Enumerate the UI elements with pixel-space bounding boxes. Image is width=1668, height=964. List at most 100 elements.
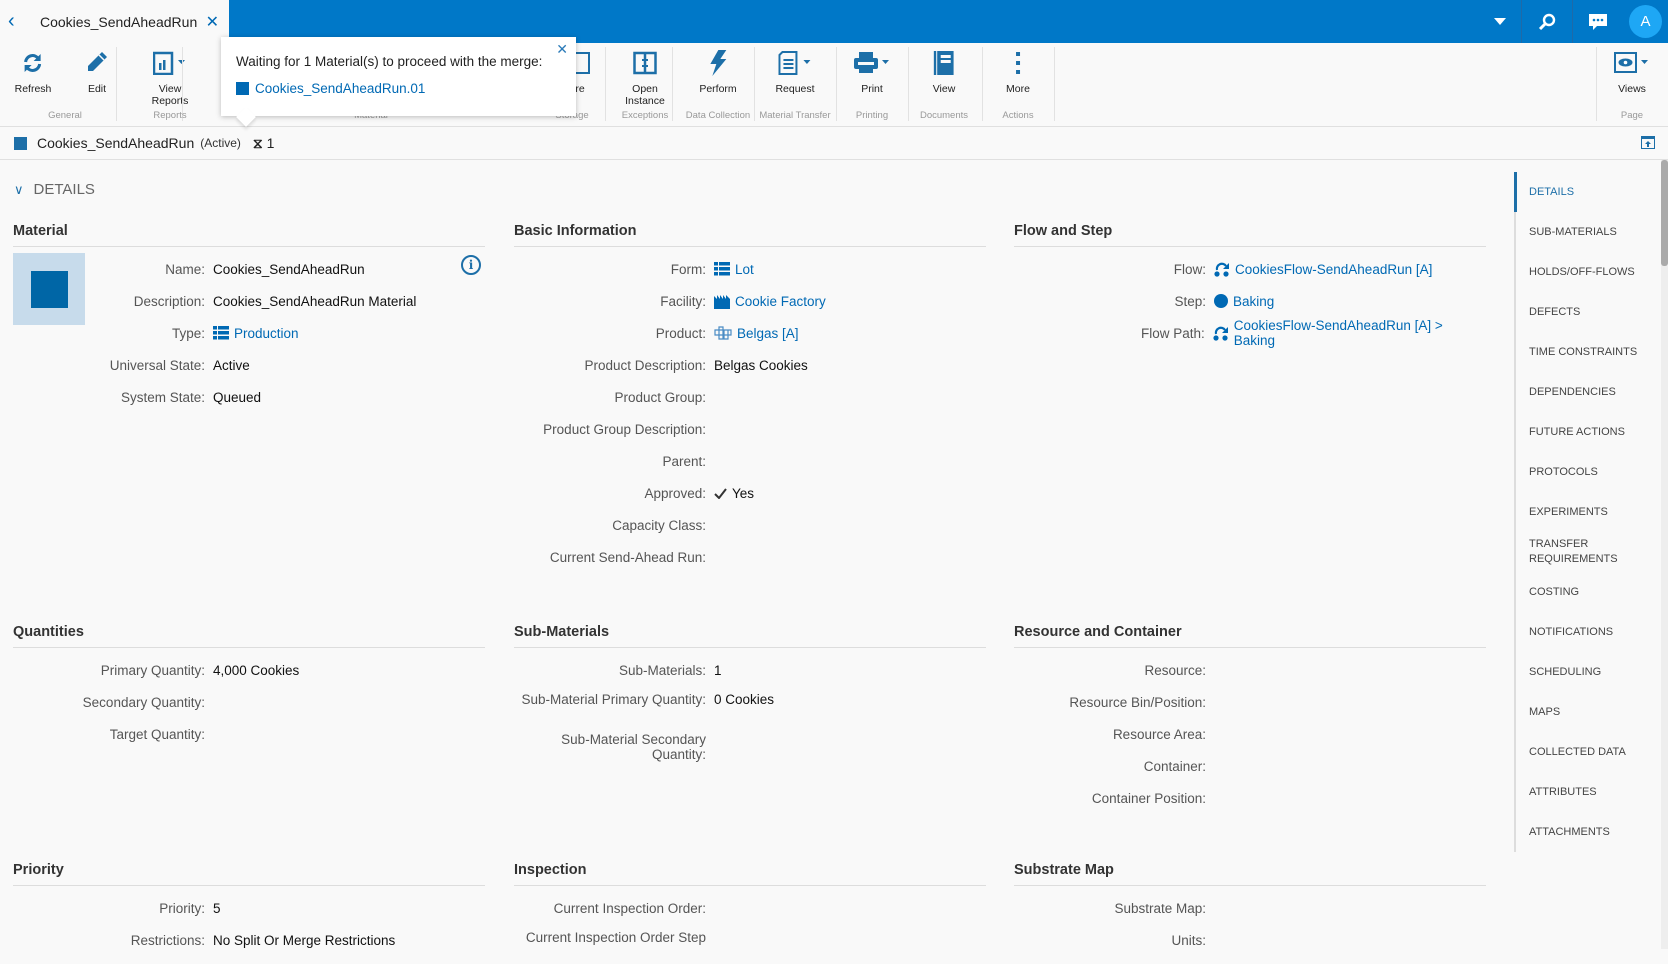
scrollbar-thumb[interactable] bbox=[1661, 160, 1668, 266]
open-instance-label: Open Instance bbox=[625, 83, 665, 107]
field-label: Current Inspection Order Step bbox=[525, 930, 706, 945]
section-title: Resource and Container bbox=[1014, 624, 1486, 648]
field-value-link[interactable]: Belgas [A] bbox=[714, 326, 799, 341]
more-button[interactable]: More bbox=[1006, 49, 1030, 95]
field-value-text: CookiesFlow-SendAheadRun [A] bbox=[1235, 261, 1433, 277]
nav-item-protocols[interactable]: PROTOCOLS bbox=[1516, 452, 1654, 492]
group-label: Documents bbox=[919, 110, 969, 121]
details-toggle[interactable]: ∨ DETAILS bbox=[14, 181, 95, 198]
chat-icon[interactable] bbox=[1573, 0, 1623, 43]
nav-item-attributes[interactable]: ATTRIBUTES bbox=[1516, 772, 1654, 812]
print-button[interactable]: Print bbox=[854, 49, 890, 95]
nav-item-scheduling[interactable]: SCHEDULING bbox=[1516, 652, 1654, 692]
field-value-link[interactable]: Cookie Factory bbox=[714, 293, 826, 309]
waiting-count[interactable]: ⧖ 1 bbox=[253, 135, 275, 152]
field-label: Units: bbox=[1171, 932, 1206, 948]
field-value: 0 Cookies bbox=[714, 692, 774, 707]
field-label: Flow: bbox=[1173, 261, 1206, 277]
field-value-text: 5 bbox=[213, 900, 221, 916]
nav-item-time-constraints[interactable]: TIME CONSTRAINTS bbox=[1516, 332, 1654, 372]
section-title: Priority bbox=[13, 862, 485, 886]
nav-item-dependencies[interactable]: DEPENDENCIES bbox=[1516, 372, 1654, 412]
field-value: 1 bbox=[714, 663, 722, 678]
field-value-text: Cookie Factory bbox=[735, 293, 826, 309]
nav-item-details[interactable]: DETAILS bbox=[1514, 172, 1654, 212]
info-icon[interactable]: i bbox=[461, 255, 481, 275]
lightning-icon bbox=[699, 49, 736, 77]
section-resource-and-container: Resource and Container Resource: Resource… bbox=[1014, 624, 1486, 814]
field-label: Product Group Description: bbox=[543, 421, 706, 437]
nav-item-costing[interactable]: COSTING bbox=[1516, 572, 1654, 612]
document-tab[interactable]: ‹ Cookies_SendAheadRun ✕ bbox=[0, 0, 229, 43]
view-button[interactable]: View bbox=[933, 49, 956, 95]
field-label: Resource: bbox=[1144, 662, 1206, 678]
refresh-button[interactable]: Refresh bbox=[15, 49, 51, 95]
group-label: General bbox=[48, 110, 82, 121]
section-title: Sub-Materials bbox=[514, 624, 986, 648]
field-row: Resource: bbox=[1014, 654, 1486, 686]
dropdown-caret-icon[interactable] bbox=[1480, 0, 1520, 43]
nav-item-collected-data[interactable]: COLLECTED DATA bbox=[1516, 732, 1654, 772]
book-icon bbox=[933, 49, 956, 77]
field-value-text: 0 Cookies bbox=[714, 692, 775, 707]
field-label: Resource Bin/Position: bbox=[1069, 694, 1206, 710]
field-value: Queued bbox=[213, 390, 261, 405]
field-label: Container Position: bbox=[1091, 790, 1206, 806]
nav-item-future-actions[interactable]: FUTURE ACTIONS bbox=[1516, 412, 1654, 452]
view-reports-button[interactable]: View Reports bbox=[145, 49, 195, 107]
field-label: Parent: bbox=[662, 453, 706, 469]
field-row: Resource Bin/Position: bbox=[1014, 686, 1486, 718]
flow-icon bbox=[1213, 326, 1229, 341]
checkmark-icon bbox=[714, 487, 727, 499]
field-value-link[interactable]: Baking bbox=[1214, 294, 1274, 309]
nav-item-sub-materials[interactable]: SUB-MATERIALS bbox=[1516, 212, 1654, 252]
field-row: Container: bbox=[1014, 750, 1486, 782]
field-row: Current Inspection Order Step bbox=[514, 924, 986, 964]
section-title: Quantities bbox=[13, 624, 485, 648]
field-label: Current Send-Ahead Run: bbox=[549, 549, 706, 565]
field-label: Substrate Map: bbox=[1114, 900, 1206, 916]
field-row: Secondary Quantity: bbox=[13, 686, 485, 718]
field-label: Facility: bbox=[660, 293, 706, 309]
field-label: Step: bbox=[1174, 293, 1206, 309]
nav-item-experiments[interactable]: EXPERIMENTS bbox=[1516, 492, 1654, 532]
field-row: Form: Lot bbox=[514, 253, 986, 285]
field-label: Current Inspection Order: bbox=[553, 900, 706, 916]
section-title: Basic Information bbox=[514, 223, 986, 247]
field-value-link[interactable]: Production bbox=[213, 326, 299, 341]
field-row: Target Quantity: bbox=[13, 718, 485, 750]
close-popover-icon[interactable]: ✕ bbox=[556, 41, 568, 58]
collapse-header-icon[interactable] bbox=[1641, 136, 1655, 152]
close-tab-icon[interactable]: ✕ bbox=[206, 12, 219, 32]
open-instance-button[interactable]: Open Instance bbox=[620, 49, 670, 107]
user-avatar[interactable]: A bbox=[1629, 5, 1662, 38]
material-link[interactable]: Cookies_SendAheadRun.01 bbox=[236, 81, 425, 96]
group-label: Exceptions bbox=[621, 110, 669, 121]
field-row: Sub-Material Secondary Quantity: bbox=[514, 726, 986, 766]
views-button[interactable]: Views bbox=[1614, 49, 1650, 95]
nav-item-attachments[interactable]: ATTACHMENTS bbox=[1516, 812, 1654, 852]
edit-button[interactable]: Edit bbox=[86, 49, 108, 95]
field-row: Universal State: Active bbox=[13, 349, 485, 381]
field-row: Flow Path: CookiesFlow-SendAheadRun [A] >… bbox=[1014, 317, 1486, 349]
field-value-link[interactable]: Lot bbox=[714, 262, 754, 277]
field-label: Capacity Class: bbox=[612, 517, 706, 533]
nav-item-transfer-requirements[interactable]: TRANSFER REQUIREMENTS bbox=[1516, 532, 1654, 572]
nav-item-maps[interactable]: MAPS bbox=[1516, 692, 1654, 732]
section-quantities: Quantities Primary Quantity: 4,000 Cookie… bbox=[13, 624, 485, 750]
views-label: Views bbox=[1618, 83, 1646, 95]
field-row: Primary Quantity: 4,000 Cookies bbox=[13, 654, 485, 686]
nav-item-holds-off-flows[interactable]: HOLDS/OFF-FLOWS bbox=[1516, 252, 1654, 292]
field-row: Approved: Yes bbox=[514, 477, 986, 509]
perform-button[interactable]: Perform bbox=[699, 49, 737, 95]
request-button[interactable]: Request bbox=[775, 49, 815, 95]
back-chevron-icon[interactable]: ‹ bbox=[8, 10, 32, 33]
search-icon[interactable] bbox=[1522, 0, 1572, 43]
nav-item-notifications[interactable]: NOTIFICATIONS bbox=[1516, 612, 1654, 652]
tab-title: Cookies_SendAheadRun bbox=[40, 13, 198, 30]
nav-item-defects[interactable]: DEFECTS bbox=[1516, 292, 1654, 332]
field-value-link[interactable]: CookiesFlow-SendAheadRun [A] > Baking bbox=[1213, 318, 1486, 348]
group-label: Material Transfer bbox=[759, 110, 831, 121]
scrollbar[interactable] bbox=[1661, 160, 1668, 949]
field-value-link[interactable]: CookiesFlow-SendAheadRun [A] bbox=[1214, 262, 1432, 277]
